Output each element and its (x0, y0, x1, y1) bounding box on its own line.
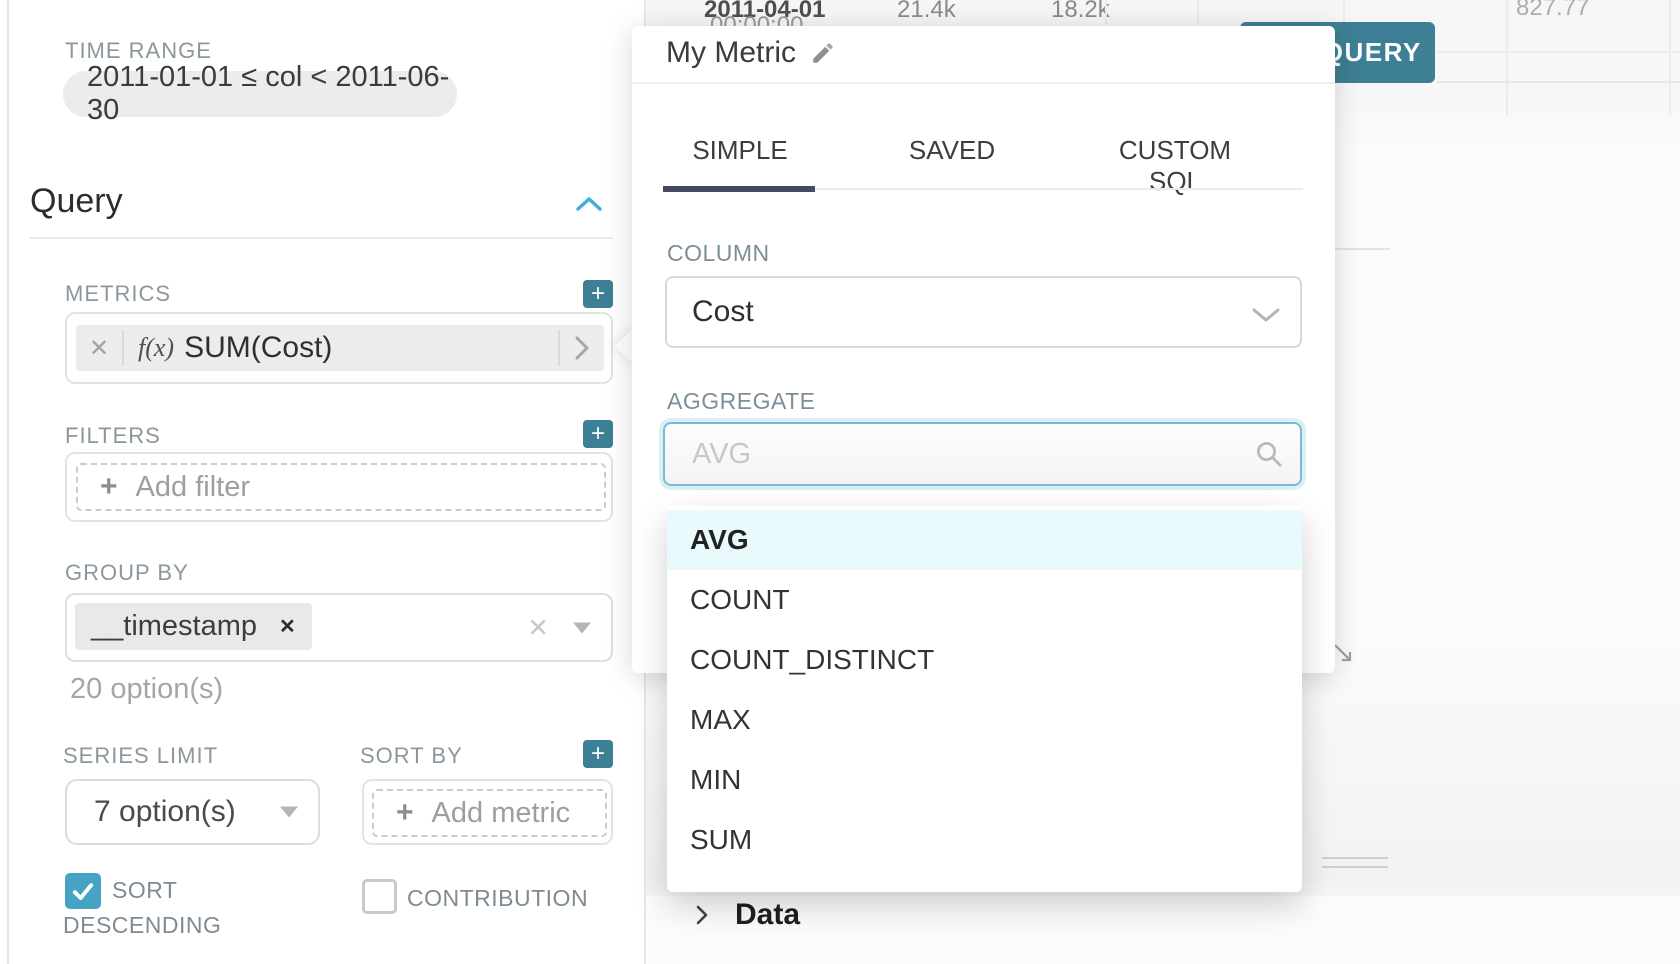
add-metric-placeholder: Add metric (432, 797, 571, 830)
sort-descending-label: SORT DESCENDING (63, 873, 253, 943)
add-sort-metric-dropzone[interactable]: + Add metric (372, 789, 607, 837)
menu-option-count[interactable]: COUNT (667, 570, 1302, 630)
bg-table-value-cell: 18.2k (1051, 0, 1110, 24)
menu-option-sum[interactable]: SUM (667, 810, 1302, 870)
data-panel-strip (646, 896, 1680, 964)
plus-icon: + (100, 472, 118, 502)
column-label: COLUMN (667, 240, 770, 267)
aggregate-input[interactable] (663, 422, 1302, 486)
chevron-up-icon[interactable] (576, 196, 602, 212)
metrics-field: ✕ f(x) SUM(Cost) (65, 312, 613, 384)
control-panel: TIME RANGE 2011-01-01 ≤ col < 2011-06-30… (0, 0, 646, 964)
group-by-select[interactable]: __timestamp ✕ ✕ (65, 593, 613, 662)
table-gridline (1506, 0, 1508, 115)
series-limit-label: SERIES LIMIT (63, 743, 218, 769)
popover-title: My Metric (666, 36, 796, 70)
table-gridline (1669, 0, 1671, 115)
group-by-options-hint: 20 option(s) (70, 673, 223, 706)
data-panel-label: Data (735, 898, 800, 932)
chart-explore-page: 2011-04-01 00:00:00 21.4k 18.2k 827.77 D… (0, 0, 1680, 964)
column-select-value: Cost (692, 295, 754, 329)
search-icon (1254, 439, 1284, 469)
plus-icon: + (396, 798, 414, 828)
time-range-pill[interactable]: 2011-01-01 ≤ col < 2011-06-30 (63, 71, 457, 117)
metrics-label: METRICS (65, 281, 171, 307)
add-filter-placeholder: Add filter (136, 471, 250, 504)
remove-tag-icon[interactable]: ✕ (279, 614, 296, 639)
aggregate-label: AGGREGATE (667, 388, 816, 415)
tab-active-indicator (663, 186, 815, 192)
tag-label: __timestamp (91, 610, 257, 643)
table-gridline (1105, 0, 1107, 26)
edit-pencil-icon[interactable] (810, 40, 836, 66)
panel-left-border (7, 0, 9, 964)
plus-icon: + (591, 422, 605, 446)
table-gridline (1437, 81, 1680, 83)
function-icon: f(x) (138, 333, 174, 363)
clear-select-icon[interactable]: ✕ (527, 612, 549, 643)
tab-saved[interactable]: SAVED (877, 135, 1027, 175)
chevron-right-icon (695, 905, 709, 925)
column-select[interactable]: Cost (665, 276, 1302, 348)
section-divider (30, 237, 613, 239)
add-sort-metric-button[interactable]: + (583, 740, 613, 768)
bg-table-value-cell: 21.4k (897, 0, 956, 24)
sort-by-field: + Add metric (362, 779, 613, 845)
tab-simple[interactable]: SIMPLE (665, 135, 815, 175)
contribution-label: CONTRIBUTION (407, 881, 588, 916)
filters-label: FILTERS (65, 423, 161, 449)
popover-divider (632, 82, 1335, 84)
contribution-checkbox[interactable] (362, 879, 397, 914)
series-limit-value: 7 option(s) (94, 795, 236, 829)
caret-down-icon[interactable] (573, 622, 591, 633)
filters-field: + Add filter (65, 452, 613, 522)
caret-down-icon (280, 807, 298, 818)
chevron-down-icon (1252, 307, 1280, 323)
table-gridline (1197, 0, 1199, 26)
table-gridline (1437, 51, 1680, 53)
bg-table-value-cell: 827.77 (1516, 0, 1589, 22)
data-panel-toggle[interactable]: Data (695, 898, 800, 932)
tab-custom-sql[interactable]: CUSTOM SQL (1090, 135, 1260, 175)
group-by-label: GROUP BY (65, 560, 189, 586)
add-metric-button[interactable]: + (583, 280, 613, 308)
series-limit-select[interactable]: 7 option(s) (65, 779, 320, 845)
popover-title-row: My Metric (666, 36, 836, 70)
metric-name: SUM(Cost) (184, 331, 332, 365)
plus-icon: + (591, 282, 605, 306)
metric-expand-control[interactable] (558, 330, 604, 366)
chart-container-border (1322, 857, 1388, 859)
aggregate-field (663, 422, 1302, 486)
remove-metric-icon[interactable]: ✕ (76, 334, 122, 363)
plus-icon: + (591, 742, 605, 766)
aggregate-dropdown-menu: AVG COUNT COUNT_DISTINCT MAX MIN SUM (667, 506, 1302, 892)
menu-option-min[interactable]: MIN (667, 750, 1302, 810)
chevron-right-icon (574, 335, 590, 361)
menu-option-count-distinct[interactable]: COUNT_DISTINCT (667, 630, 1302, 690)
query-section-title: Query (30, 182, 123, 221)
group-by-tag[interactable]: __timestamp ✕ (75, 603, 312, 650)
pill-divider (122, 330, 124, 366)
sort-by-label: SORT BY (360, 743, 463, 769)
chart-container-border (1322, 866, 1388, 868)
add-filter-dropzone[interactable]: + Add filter (76, 463, 606, 511)
menu-option-avg[interactable]: AVG (667, 510, 1302, 570)
metric-pill[interactable]: ✕ f(x) SUM(Cost) (76, 325, 604, 371)
menu-option-max[interactable]: MAX (667, 690, 1302, 750)
add-filter-button[interactable]: + (583, 420, 613, 448)
